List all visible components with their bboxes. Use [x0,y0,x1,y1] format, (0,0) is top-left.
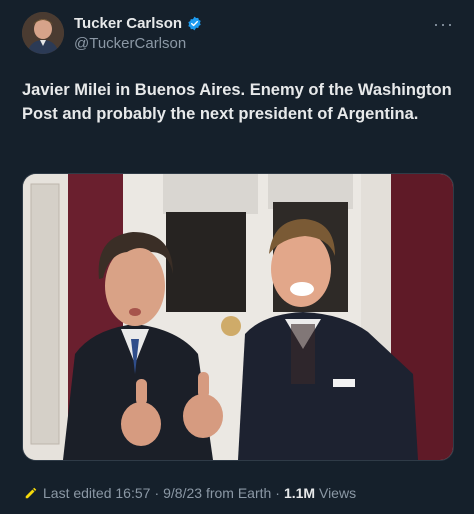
pencil-icon [25,487,37,499]
views-count: 1.1M [283,485,316,501]
edit-time[interactable]: 16:57 [115,485,150,501]
avatar[interactable] [22,12,64,54]
author-name[interactable]: Tucker Carlson [74,15,182,32]
verified-badge-icon [188,16,201,31]
separator-dot: · [154,485,160,501]
tweet-footer: Last edited 16:57 · 9/8/23 from Earth · … [24,483,356,503]
author-handle[interactable]: @TuckerCarlson [74,35,186,52]
source-label: from Earth [205,485,272,501]
last-edited-label[interactable]: Last edited [43,485,112,501]
views-label: Views [318,485,357,501]
separator-dot: · [275,485,280,501]
tweet-photo[interactable] [22,173,454,461]
tweet-header: Tucker Carlson @TuckerCarlson ··· [22,12,458,58]
more-options-icon[interactable]: ··· [433,14,454,35]
edit-date[interactable]: 9/8/23 [163,485,202,501]
tweet-text: Javier Milei in Buenos Aires. Enemy of t… [22,81,452,123]
